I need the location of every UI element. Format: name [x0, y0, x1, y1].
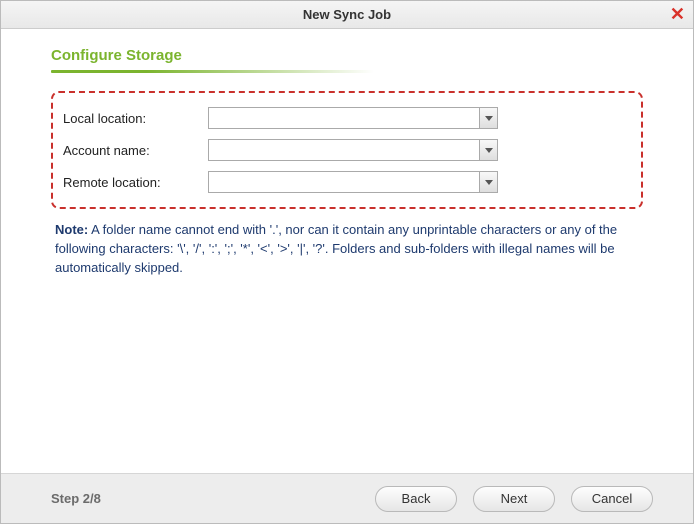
content-area: Configure Storage Local location: Accoun… — [1, 29, 693, 473]
note-body: A folder name cannot end with '.', nor c… — [55, 222, 617, 275]
input-account-name[interactable] — [209, 140, 479, 160]
dropdown-button-remote-location[interactable] — [479, 172, 497, 192]
row-account-name: Account name: — [63, 139, 625, 161]
input-local-location[interactable] — [209, 108, 479, 128]
next-button[interactable]: Next — [473, 486, 555, 512]
section-title: Configure Storage — [51, 47, 643, 64]
chevron-down-icon — [485, 180, 493, 185]
cancel-button[interactable]: Cancel — [571, 486, 653, 512]
row-local-location: Local location: — [63, 107, 625, 129]
chevron-down-icon — [485, 148, 493, 153]
dropdown-button-account-name[interactable] — [479, 140, 497, 160]
label-account-name: Account name: — [63, 143, 208, 158]
label-local-location: Local location: — [63, 111, 208, 126]
combo-local-location[interactable] — [208, 107, 498, 129]
titlebar: New Sync Job ✕ — [1, 1, 693, 29]
combo-remote-location[interactable] — [208, 171, 498, 193]
form-highlight-box: Local location: Account name: — [51, 91, 643, 209]
dropdown-button-local-location[interactable] — [479, 108, 497, 128]
note-text: Note: A folder name cannot end with '.',… — [51, 221, 643, 278]
title-underline — [51, 70, 431, 73]
back-button[interactable]: Back — [375, 486, 457, 512]
input-remote-location[interactable] — [209, 172, 479, 192]
row-remote-location: Remote location: — [63, 171, 625, 193]
chevron-down-icon — [485, 116, 493, 121]
window-title: New Sync Job — [303, 7, 391, 22]
label-remote-location: Remote location: — [63, 175, 208, 190]
footer-buttons: Back Next Cancel — [375, 486, 653, 512]
dialog-window: New Sync Job ✕ Configure Storage Local l… — [0, 0, 694, 524]
combo-account-name[interactable] — [208, 139, 498, 161]
step-indicator: Step 2/8 — [51, 491, 375, 506]
note-label: Note: — [55, 222, 88, 237]
close-icon[interactable]: ✕ — [670, 5, 685, 23]
footer: Step 2/8 Back Next Cancel — [1, 473, 693, 523]
